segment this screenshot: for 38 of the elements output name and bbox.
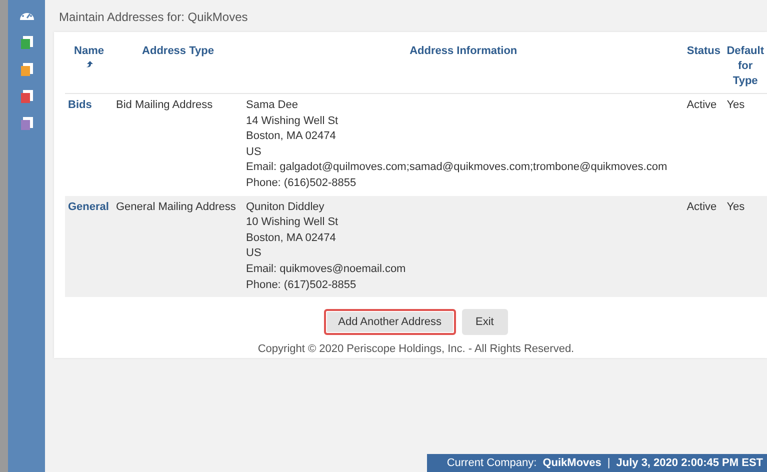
document-icon[interactable]: [20, 36, 32, 49]
table-cell: Yes: [724, 94, 767, 196]
address-line: Boston, MA 02474: [246, 230, 337, 246]
company-name: QuikMoves: [542, 457, 602, 469]
address-line: Quniton Diddley: [246, 200, 326, 215]
column-header: Address Information: [243, 40, 684, 94]
address-line: Sama Dee: [246, 98, 299, 113]
status-separator: |: [607, 457, 610, 469]
address-line: Phone: (616)502-8855: [246, 176, 358, 191]
add-address-button[interactable]: Add Another Address: [324, 309, 456, 336]
column-header[interactable]: Name: [65, 40, 113, 94]
table-cell: Active: [684, 94, 724, 196]
column-header: Default for Type: [724, 40, 767, 94]
table-cell: General Mailing Address: [113, 196, 243, 298]
name-link[interactable]: Bids: [65, 94, 113, 196]
address-line: Email: galgadot@quilmoves.com;samad@quikmoves.com;trombone@quikmoves.com: [246, 160, 668, 176]
address-line: Email: quikmoves@noemail.com: [246, 262, 407, 277]
address-line: Phone: (617)502-8855: [246, 278, 358, 293]
document-icon[interactable]: [20, 63, 32, 76]
address-line: Boston, MA 02474: [246, 129, 337, 144]
exit-button[interactable]: Exit: [462, 309, 508, 336]
status-datetime: July 3, 2020 2:00:45 PM EST: [616, 457, 763, 469]
address-line: 14 Wishing Well St: [246, 114, 340, 129]
column-header: Address Type: [113, 40, 243, 94]
page-title: Maintain Addresses for: QuikMoves: [58, 9, 249, 26]
table-cell: Yes: [724, 196, 767, 298]
document-icon[interactable]: [20, 117, 32, 130]
address-line: US: [246, 246, 262, 262]
name-link[interactable]: General: [65, 196, 113, 298]
sort-icon[interactable]: [84, 61, 94, 68]
address-line: 10 Wishing Well St: [246, 215, 340, 230]
address-line: US: [246, 144, 262, 160]
document-icon[interactable]: [20, 90, 32, 103]
copyright-text: Copyright © 2020 Periscope Holdings, Inc. - All Rights Reserved.: [256, 343, 576, 356]
status-label: Current Company:: [446, 457, 537, 469]
table-cell: Active: [684, 196, 724, 298]
table-cell: Bid Mailing Address: [113, 94, 243, 196]
column-header: Status: [684, 40, 724, 94]
